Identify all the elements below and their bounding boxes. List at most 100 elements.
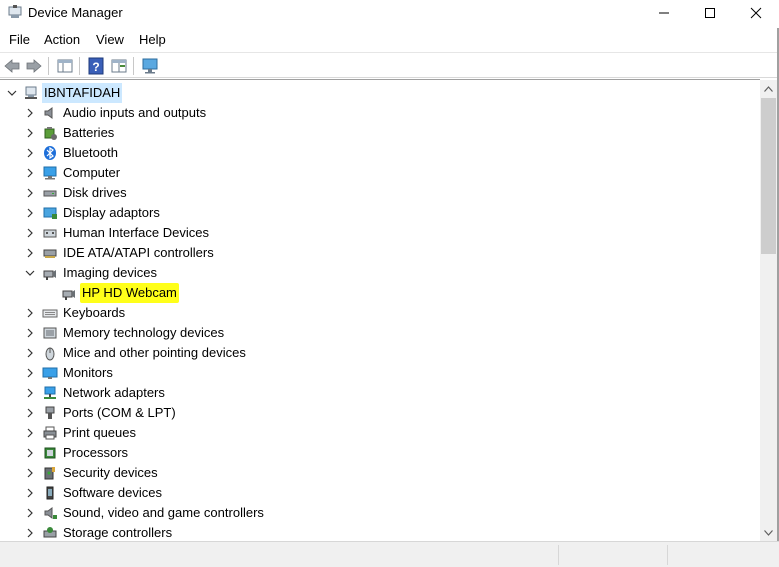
network-icon: [44, 386, 56, 399]
chevron-right-icon[interactable]: [25, 208, 35, 218]
close-button[interactable]: [733, 0, 779, 28]
category-label[interactable]: Sound, video and game controllers: [61, 503, 266, 523]
category-label[interactable]: Bluetooth: [61, 143, 120, 163]
properties-pane-icon[interactable]: [56, 57, 74, 75]
back-arrow-icon[interactable]: [3, 57, 21, 75]
title-bar[interactable]: Device Manager: [0, 0, 779, 28]
computer-icon: [43, 166, 57, 180]
software-device-icon: [46, 486, 54, 500]
category-label[interactable]: Storage controllers: [61, 523, 174, 541]
ide-controller-icon: [43, 249, 57, 258]
processor-icon: [44, 447, 56, 459]
toolbar: ?: [0, 52, 779, 78]
category-label[interactable]: Ports (COM & LPT): [61, 403, 178, 423]
security-icon: [44, 467, 55, 480]
chevron-down-icon[interactable]: [7, 88, 17, 98]
chevron-right-icon[interactable]: [25, 348, 35, 358]
window-title: Device Manager: [28, 5, 123, 20]
storage-icon: [43, 527, 57, 538]
chevron-right-icon[interactable]: [25, 508, 35, 518]
minimize-icon: [659, 12, 669, 14]
scroll-up-icon[interactable]: [764, 86, 773, 92]
chevron-right-icon[interactable]: [25, 428, 35, 438]
category-label[interactable]: Disk drives: [61, 183, 129, 203]
close-icon: [750, 7, 762, 19]
status-divider: [558, 545, 559, 565]
toolbar-separator: [79, 57, 80, 75]
category-label[interactable]: Memory technology devices: [61, 323, 226, 343]
camera-icon: [43, 270, 56, 280]
scroll-down-icon[interactable]: [764, 530, 773, 536]
monitor-icon: [42, 367, 58, 379]
chevron-right-icon[interactable]: [25, 128, 35, 138]
category-label[interactable]: Audio inputs and outputs: [61, 103, 208, 123]
category-label[interactable]: Processors: [61, 443, 130, 463]
menu-help[interactable]: Help: [138, 32, 167, 47]
chevron-right-icon[interactable]: [25, 488, 35, 498]
chevron-down-icon[interactable]: [25, 268, 35, 278]
category-label[interactable]: Print queues: [61, 423, 138, 443]
display-adapter-icon: [43, 207, 57, 219]
chevron-right-icon[interactable]: [25, 168, 35, 178]
port-icon: [45, 406, 55, 419]
category-label[interactable]: Human Interface Devices: [61, 223, 211, 243]
mouse-icon: [45, 347, 55, 361]
sound-icon: [44, 507, 57, 519]
chevron-right-icon[interactable]: [25, 448, 35, 458]
menu-file[interactable]: File: [8, 32, 31, 47]
chevron-right-icon[interactable]: [25, 368, 35, 378]
category-label[interactable]: IDE ATA/ATAPI controllers: [61, 243, 216, 263]
chevron-right-icon[interactable]: [25, 528, 35, 538]
status-bar: [0, 541, 779, 567]
root-label[interactable]: IBNTAFIDAH: [42, 83, 123, 103]
toolbar-separator: [133, 57, 134, 75]
status-divider: [667, 545, 668, 565]
category-label[interactable]: Imaging devices: [61, 263, 159, 283]
category-label[interactable]: Keyboards: [61, 303, 127, 323]
keyboard-icon: [42, 309, 58, 318]
chevron-right-icon[interactable]: [25, 408, 35, 418]
chevron-right-icon[interactable]: [25, 388, 35, 398]
vertical-scrollbar[interactable]: [760, 80, 777, 541]
scan-hardware-icon[interactable]: [141, 57, 159, 75]
details-pane-icon[interactable]: [110, 57, 128, 75]
device-tree[interactable]: IBNTAFIDAH Audio inputs and outputs Batte…: [0, 79, 760, 541]
chevron-right-icon[interactable]: [25, 468, 35, 478]
bluetooth-icon: [44, 146, 56, 160]
forward-arrow-icon[interactable]: [25, 57, 43, 75]
maximize-button[interactable]: [687, 0, 733, 28]
category-label[interactable]: Batteries: [61, 123, 116, 143]
menu-action[interactable]: Action: [43, 32, 81, 47]
hid-icon: [43, 229, 57, 238]
device-manager-icon: [8, 5, 22, 18]
printer-icon: [43, 426, 57, 440]
menu-bar: File Action View Help: [0, 28, 779, 52]
toolbar-separator: [48, 57, 49, 75]
chevron-right-icon[interactable]: [25, 148, 35, 158]
category-label[interactable]: Monitors: [61, 363, 115, 383]
minimize-button[interactable]: [641, 0, 687, 28]
scrollbar-thumb[interactable]: [761, 98, 776, 254]
chevron-right-icon[interactable]: [25, 248, 35, 258]
category-label[interactable]: Mice and other pointing devices: [61, 343, 248, 363]
computer-root-icon: [25, 86, 37, 99]
disk-drive-icon: [43, 190, 57, 197]
memory-icon: [43, 327, 57, 339]
device-label[interactable]: HP HD Webcam: [80, 283, 179, 303]
help-icon[interactable]: ?: [87, 57, 105, 75]
category-label[interactable]: Security devices: [61, 463, 160, 483]
speaker-icon: [44, 107, 53, 119]
chevron-right-icon[interactable]: [25, 228, 35, 238]
maximize-icon: [705, 8, 715, 18]
category-label[interactable]: Network adapters: [61, 383, 167, 403]
chevron-right-icon[interactable]: [25, 308, 35, 318]
chevron-right-icon[interactable]: [25, 328, 35, 338]
category-label[interactable]: Software devices: [61, 483, 164, 503]
menu-view[interactable]: View: [95, 32, 125, 47]
chevron-right-icon[interactable]: [25, 188, 35, 198]
battery-icon: [44, 127, 57, 140]
chevron-right-icon[interactable]: [25, 108, 35, 118]
category-label[interactable]: Display adaptors: [61, 203, 162, 223]
category-label[interactable]: Computer: [61, 163, 122, 183]
webcam-icon: [62, 290, 75, 300]
